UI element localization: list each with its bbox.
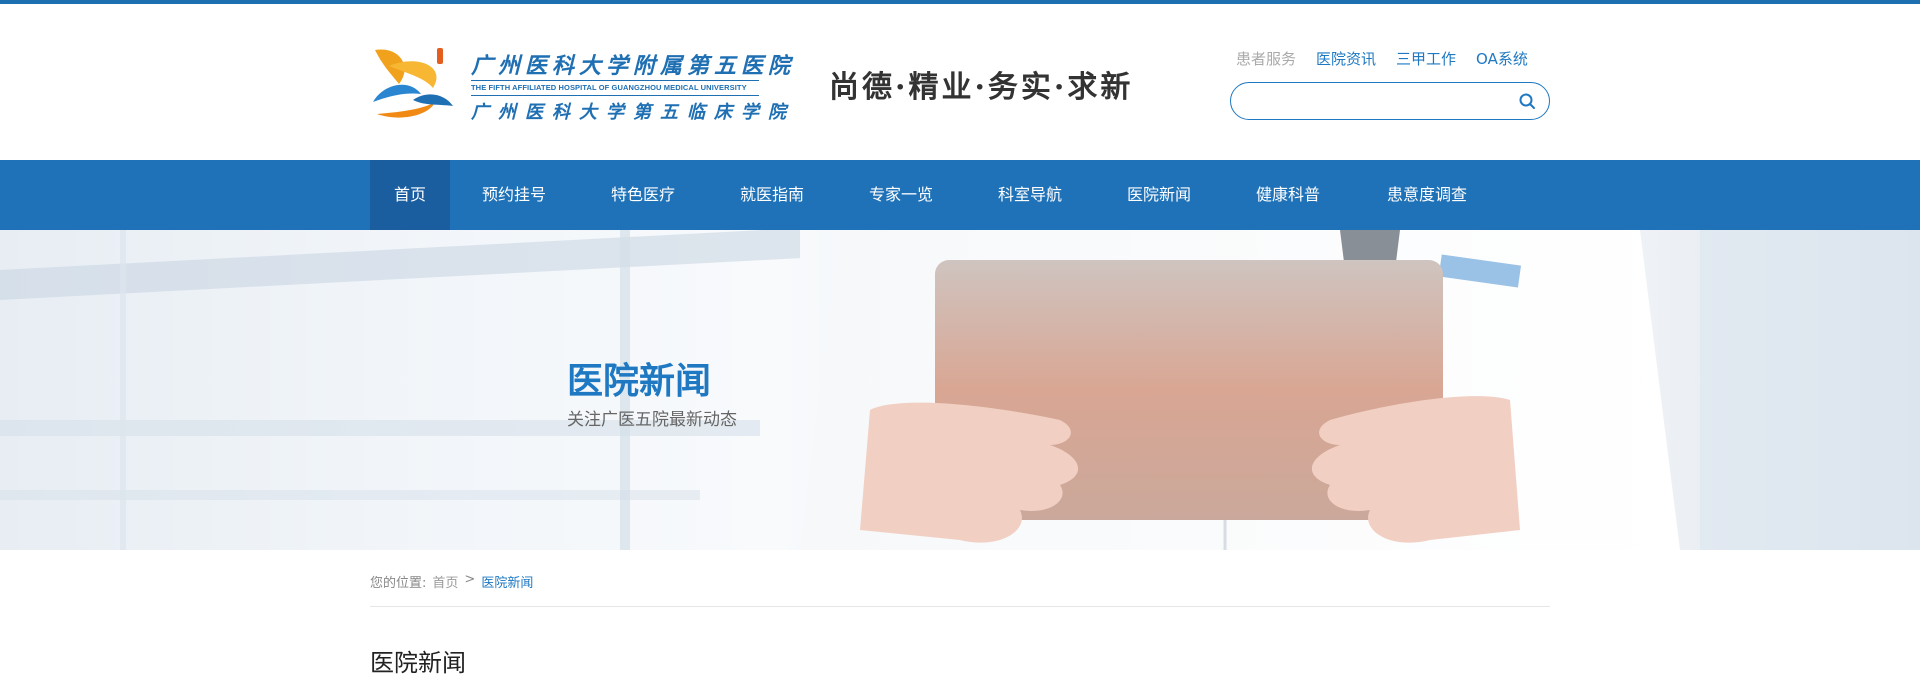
logo-name-en: THE FIFTH AFFILIATED HOSPITAL OF GUANGZH… [471,83,747,92]
logo-subtitle-cn: 广州医科大学第五临床学院 [471,102,795,123]
search-box [1230,82,1550,120]
nav-item-departments[interactable]: 科室导航 [966,160,1094,230]
nav-item-health[interactable]: 健康科普 [1224,160,1352,230]
breadcrumb-current[interactable]: 医院新闻 [481,572,533,592]
breadcrumb: 您的位置: 首页 > 医院新闻 [370,572,533,592]
breadcrumb-home[interactable]: 首页 [432,572,458,592]
logo-divider-2 [471,95,759,96]
breadcrumb-prefix: 您的位置: [370,576,427,591]
main-nav-items: 首页 预约挂号 特色医疗 就医指南 专家一览 科室导航 医院新闻 健康科普 患意… [370,160,1502,230]
banner-subtitle: 关注广医五院最新动态 [567,410,737,430]
nav-item-appointment[interactable]: 预约挂号 [450,160,578,230]
link-oa-system[interactable]: OA系统 [1476,48,1528,70]
nav-item-specialty[interactable]: 特色医疗 [578,160,708,230]
banner: 医院新闻 关注广医五院最新动态 [0,230,1920,550]
breadcrumb-divider [370,606,1550,607]
nav-item-home[interactable]: 首页 [370,160,450,230]
nav-item-survey[interactable]: 患意度调查 [1352,160,1502,230]
logo-name-cn: 广州医科大学附属第五医院 [471,53,796,79]
hospital-motto: 尚德·精业·务实·求新 [829,70,1134,105]
main-nav: 首页 预约挂号 特色医疗 就医指南 专家一览 科室导航 医院新闻 健康科普 患意… [0,160,1920,230]
nav-item-news[interactable]: 医院新闻 [1094,160,1224,230]
link-grade-a-work[interactable]: 三甲工作 [1396,48,1456,70]
link-patient-service[interactable]: 患者服务 [1236,48,1296,70]
search-icon[interactable] [1517,91,1537,111]
breadcrumb-separator: > [464,572,476,587]
hospital-logo-icon [373,48,453,118]
logo-divider [471,80,759,81]
quick-links: 患者服务 医院资讯 三甲工作 OA系统 [1236,48,1528,70]
doctor-tablet-image [0,230,1920,550]
hospital-logo[interactable]: 广州医科大学附属第五医院 THE FIFTH AFFILIATED HOSPIT… [369,44,790,126]
link-hospital-news[interactable]: 医院资讯 [1316,48,1376,70]
section-title: 医院新闻 [370,649,466,677]
search-input[interactable] [1247,91,1507,111]
nav-item-guide[interactable]: 就医指南 [708,160,836,230]
banner-title: 医院新闻 [567,361,712,402]
nav-item-experts[interactable]: 专家一览 [836,160,966,230]
header: 广州医科大学附属第五医院 THE FIFTH AFFILIATED HOSPIT… [0,4,1920,160]
